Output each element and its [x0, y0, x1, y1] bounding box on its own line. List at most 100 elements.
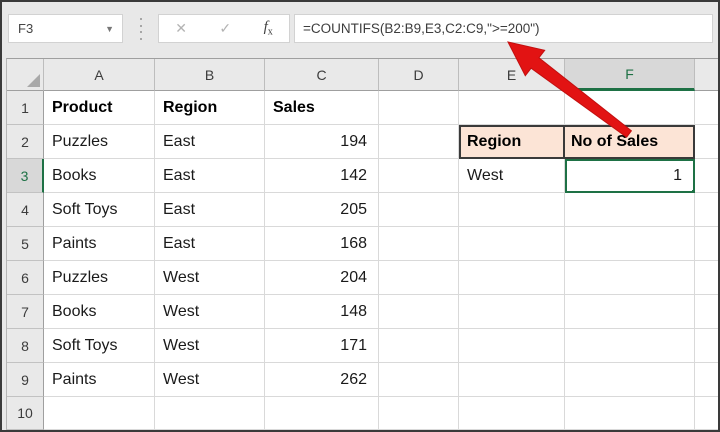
cell-E10[interactable]	[459, 397, 565, 430]
cell-A7[interactable]: Books	[44, 295, 155, 329]
cell-A4[interactable]: Soft Toys	[44, 193, 155, 227]
row-header-9[interactable]: 9	[7, 363, 44, 397]
cell-F5[interactable]	[565, 227, 695, 261]
cell-C10[interactable]	[265, 397, 379, 430]
cell-A9[interactable]: Paints	[44, 363, 155, 397]
row-header-4[interactable]: 4	[7, 193, 44, 227]
cell-C7[interactable]: 148	[265, 295, 379, 329]
cell-C8[interactable]: 171	[265, 329, 379, 363]
row-header-2[interactable]: 2	[7, 125, 44, 159]
cell-text-B6: West	[163, 269, 199, 287]
cell-E7[interactable]	[459, 295, 565, 329]
enter-icon[interactable]: ✓	[219, 20, 231, 37]
row-header-3[interactable]: 3	[7, 159, 44, 193]
cell-partial-5	[695, 227, 719, 261]
cell-F8[interactable]	[565, 329, 695, 363]
name-box[interactable]: F3 ▼	[8, 14, 123, 43]
cell-B5[interactable]: East	[155, 227, 265, 261]
cell-B3[interactable]: East	[155, 159, 265, 193]
cell-A10[interactable]	[44, 397, 155, 430]
cell-F3[interactable]: 1	[565, 159, 695, 193]
cell-C4[interactable]: 205	[265, 193, 379, 227]
col-header-D[interactable]: D	[379, 59, 459, 91]
row-header-7[interactable]: 7	[7, 295, 44, 329]
cell-C1[interactable]: Sales	[265, 91, 379, 125]
cell-text-B7: West	[163, 303, 199, 321]
cell-text-A4: Soft Toys	[52, 201, 118, 219]
cell-C6[interactable]: 204	[265, 261, 379, 295]
cell-A5[interactable]: Paints	[44, 227, 155, 261]
cell-D2[interactable]	[379, 125, 459, 159]
cell-C3[interactable]: 142	[265, 159, 379, 193]
cell-C9[interactable]: 262	[265, 363, 379, 397]
cell-D7[interactable]	[379, 295, 459, 329]
cell-E6[interactable]	[459, 261, 565, 295]
cell-text-C5: 168	[340, 235, 367, 253]
cell-partial-1	[695, 91, 719, 125]
cell-B6[interactable]: West	[155, 261, 265, 295]
cell-E9[interactable]	[459, 363, 565, 397]
cell-D6[interactable]	[379, 261, 459, 295]
col-header-B[interactable]: B	[155, 59, 265, 91]
cell-E8[interactable]	[459, 329, 565, 363]
cell-B7[interactable]: West	[155, 295, 265, 329]
select-all-corner[interactable]	[7, 59, 44, 91]
col-header-A[interactable]: A	[44, 59, 155, 91]
cell-B9[interactable]: West	[155, 363, 265, 397]
col-header-C[interactable]: C	[265, 59, 379, 91]
col-header-E[interactable]: E	[459, 59, 565, 91]
cell-D8[interactable]	[379, 329, 459, 363]
cell-A3[interactable]: Books	[44, 159, 155, 193]
cell-E2[interactable]: Region	[459, 125, 565, 159]
cell-E1[interactable]	[459, 91, 565, 125]
cell-E5[interactable]	[459, 227, 565, 261]
insert-function-icon[interactable]: fx	[264, 19, 273, 38]
cell-F10[interactable]	[565, 397, 695, 430]
grid-row-8: 8Soft ToysWest 171	[7, 329, 719, 363]
cell-C2[interactable]: 194	[265, 125, 379, 159]
cell-text-C8: 171	[340, 337, 367, 355]
cell-F9[interactable]	[565, 363, 695, 397]
cell-D4[interactable]	[379, 193, 459, 227]
cell-A8[interactable]: Soft Toys	[44, 329, 155, 363]
cell-D1[interactable]	[379, 91, 459, 125]
cell-partial-8	[695, 329, 719, 363]
chevron-down-icon[interactable]: ▼	[105, 24, 114, 34]
cell-text-B5: East	[163, 235, 195, 253]
cell-D3[interactable]	[379, 159, 459, 193]
fill-handle[interactable]	[691, 189, 695, 193]
grid-row-10: 10	[7, 397, 719, 430]
grid-row-5: 5Paints East 168	[7, 227, 719, 261]
corner-triangle-icon	[27, 74, 40, 87]
cell-A1[interactable]: Product	[44, 91, 155, 125]
cell-text-B1: Region	[163, 99, 217, 117]
cancel-icon[interactable]: ✕	[175, 20, 187, 37]
cell-D9[interactable]	[379, 363, 459, 397]
cell-B10[interactable]	[155, 397, 265, 430]
grid-row-7: 7Books West 148	[7, 295, 719, 329]
cell-B2[interactable]: East	[155, 125, 265, 159]
cell-F4[interactable]	[565, 193, 695, 227]
cell-B8[interactable]: West	[155, 329, 265, 363]
cell-F7[interactable]	[565, 295, 695, 329]
cell-F1[interactable]	[565, 91, 695, 125]
cell-F2[interactable]: No of Sales	[565, 125, 695, 159]
cell-F6[interactable]	[565, 261, 695, 295]
row-header-1[interactable]: 1	[7, 91, 44, 125]
row-header-10[interactable]: 10	[7, 397, 44, 430]
cell-C5[interactable]: 168	[265, 227, 379, 261]
cell-A6[interactable]: Puzzles	[44, 261, 155, 295]
cell-D10[interactable]	[379, 397, 459, 430]
formula-bar[interactable]: =COUNTIFS(B2:B9,E3,C2:C9,">=200")	[294, 14, 713, 43]
col-header-F[interactable]: F	[565, 59, 695, 91]
row-header-6[interactable]: 6	[7, 261, 44, 295]
cell-E4[interactable]	[459, 193, 565, 227]
row-header-5[interactable]: 5	[7, 227, 44, 261]
cell-B4[interactable]: East	[155, 193, 265, 227]
cell-E3[interactable]: West	[459, 159, 565, 193]
cell-B1[interactable]: Region	[155, 91, 265, 125]
cell-A2[interactable]: Puzzles	[44, 125, 155, 159]
row-header-8[interactable]: 8	[7, 329, 44, 363]
cell-D5[interactable]	[379, 227, 459, 261]
cell-partial-9	[695, 363, 719, 397]
